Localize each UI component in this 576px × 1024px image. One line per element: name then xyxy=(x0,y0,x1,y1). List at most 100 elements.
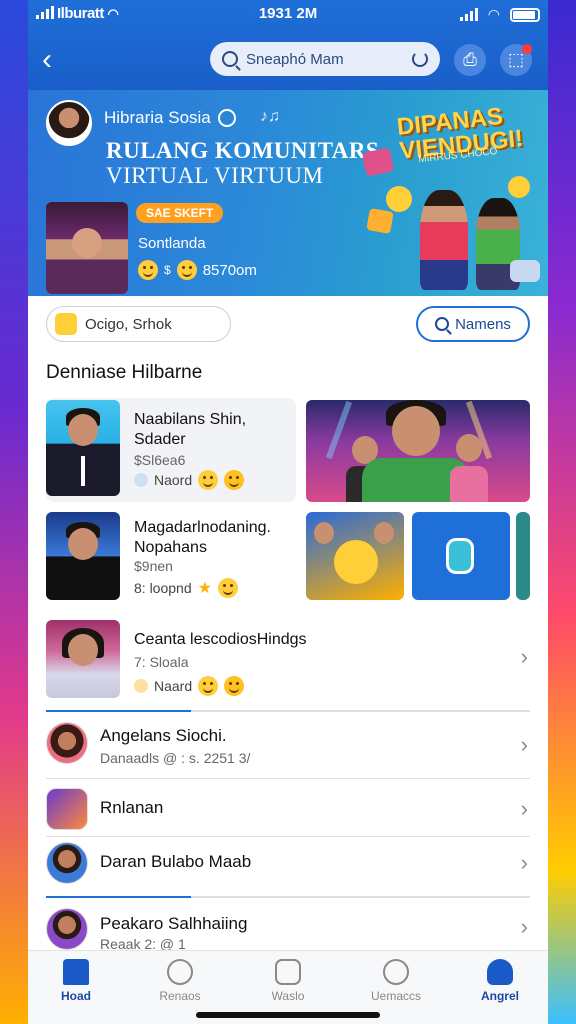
card-title: Magadarlnodaning. Nopahans xyxy=(134,519,271,556)
search-icon xyxy=(222,51,238,67)
profile-thumbnail[interactable] xyxy=(46,620,120,698)
card-price: $9nen xyxy=(134,558,173,574)
host-photo[interactable] xyxy=(46,202,128,294)
status-bar: Ilburatt ◠ 1931 2M ◠ xyxy=(28,0,548,30)
game-icon xyxy=(275,959,301,985)
card-meta: Naard xyxy=(134,676,245,696)
filter-emoji-icon xyxy=(55,313,77,335)
notifications-button[interactable]: ⬚ xyxy=(500,44,532,76)
card-meta-label: 8: loopnd xyxy=(134,580,192,596)
status-icons: ◠ xyxy=(459,6,540,23)
list-avatar[interactable] xyxy=(46,722,88,764)
tab-label: Angrel xyxy=(480,989,519,1003)
tab-home[interactable]: Hoad xyxy=(36,959,116,1003)
banner-illustration: DIPANAS VIENDUGI! MIRRUS CHOCO xyxy=(358,90,548,296)
chat-bubble-icon xyxy=(510,260,540,282)
home-indicator xyxy=(196,1012,380,1018)
card-price: $Sl6ea6 xyxy=(134,452,186,468)
host-stats-value: 8570om xyxy=(202,261,257,279)
filter-row: Ocigo, Srhok Namens xyxy=(28,296,548,352)
list-item-title: Rnlanan xyxy=(100,798,164,817)
host-tag-badge: SAE SKEFT xyxy=(136,203,224,223)
names-button-label: Namens xyxy=(455,315,511,333)
chevron-right-icon[interactable]: › xyxy=(521,732,528,758)
info-dot-icon xyxy=(134,679,148,693)
share-icon: ⎙ xyxy=(463,50,477,69)
chevron-right-icon[interactable]: › xyxy=(521,914,528,940)
card-title: Naabilans Shin, Sdader xyxy=(134,411,247,448)
messages-icon xyxy=(383,959,409,985)
card-meta-label: Naord xyxy=(154,472,193,488)
names-search-button[interactable]: Namens xyxy=(416,306,530,342)
banner-user-avatar[interactable] xyxy=(46,100,92,146)
chevron-right-icon[interactable]: › xyxy=(521,850,528,876)
chevron-right-icon[interactable]: › xyxy=(521,644,528,670)
tab-label: Hoad xyxy=(61,989,91,1003)
card-meta: Naord xyxy=(134,470,245,490)
list-avatar[interactable] xyxy=(46,908,88,950)
tab-games[interactable]: Waslo xyxy=(248,959,328,1003)
search-field[interactable]: Sneaphó Mam xyxy=(210,42,440,76)
list-avatar[interactable] xyxy=(46,842,88,884)
list-item-title: Angelans Siochi. xyxy=(100,726,227,745)
verified-badge-icon xyxy=(218,109,236,127)
profile-thumbnail[interactable] xyxy=(46,400,120,496)
share-button[interactable]: ⎙ xyxy=(454,44,486,76)
card-meta: 8: loopnd ★ xyxy=(134,578,238,598)
app-tile-partial[interactable] xyxy=(516,512,530,600)
banner-title-line2: VIRTUAL VIRTUUM xyxy=(106,163,324,188)
grin-emoji-icon xyxy=(198,470,219,490)
tab-label: Uemaccs xyxy=(370,989,421,1003)
smile-emoji-icon xyxy=(224,676,245,696)
notification-dot xyxy=(522,44,532,54)
tab-messages[interactable]: Uemaccs xyxy=(356,959,436,1003)
host-name: Sontlanda xyxy=(138,235,206,252)
gift-box-icon xyxy=(366,208,394,234)
list-avatar[interactable] xyxy=(46,788,88,830)
grin-emoji-icon xyxy=(176,260,197,280)
card-title: Ceanta lescodiosHindgs xyxy=(134,631,307,648)
app-tile[interactable] xyxy=(412,512,510,600)
grin-emoji-icon xyxy=(198,676,219,696)
navigation-row: ‹ Sneaphó Mam ⎙ ⬚ xyxy=(28,40,548,80)
list-item-title: Peakaro Salhhaiing xyxy=(100,914,248,933)
group-photo[interactable] xyxy=(306,512,404,600)
stats-separator-icon: $ xyxy=(164,263,171,277)
background-decoration-right xyxy=(548,0,576,1024)
filter-chip-label: Ocigo, Srhok xyxy=(85,315,172,333)
laughing-emoji-icon xyxy=(334,540,378,584)
divider xyxy=(46,778,530,779)
home-icon xyxy=(63,959,89,985)
emoji-sticker-icon xyxy=(386,186,412,212)
tab-label: Renaos xyxy=(159,989,201,1003)
search-placeholder: Sneaphó Mam xyxy=(246,50,344,68)
refresh-icon[interactable] xyxy=(412,51,428,67)
tab-rooms[interactable]: Renaos xyxy=(140,959,220,1003)
gift-box-icon xyxy=(361,147,395,177)
smile-emoji-icon xyxy=(224,470,245,490)
divider xyxy=(46,710,530,712)
community-banner[interactable]: Hibraria Sosia ♪♫ RULANG KOMUNITARS VIRT… xyxy=(28,90,548,296)
section-title: Denniase Hilbarne xyxy=(46,362,203,383)
dancer-figure xyxy=(420,190,468,290)
banner-user-name: Hibraria Sosia xyxy=(104,108,211,127)
top-app-bar: Ilburatt ◠ 1931 2M ◠ ‹ Sneaphó Mam ⎙ ⬚ xyxy=(28,0,548,90)
badge-icon: ⬚ xyxy=(507,50,525,69)
profile-thumbnail[interactable] xyxy=(46,512,120,600)
divider xyxy=(46,836,530,837)
wifi-status-icon: ◠ xyxy=(487,6,500,22)
search-icon xyxy=(435,317,450,331)
signal-strength-icon xyxy=(459,8,478,21)
chevron-right-icon[interactable]: › xyxy=(521,796,528,822)
background-decoration-left xyxy=(0,0,28,1024)
back-button[interactable]: ‹ xyxy=(42,42,70,78)
tab-profile[interactable]: Angrel xyxy=(460,959,540,1003)
info-dot-icon xyxy=(134,473,148,487)
card-meta-label: Naard xyxy=(154,678,193,694)
star-icon: ★ xyxy=(197,580,212,597)
filter-chip[interactable]: Ocigo, Srhok xyxy=(46,306,231,342)
music-notes-icon: ♪♫ xyxy=(260,108,280,125)
list-item-subtitle: Danaadls @ : s. 2251 3/ xyxy=(100,750,251,766)
featured-photo[interactable] xyxy=(306,400,530,502)
divider xyxy=(46,896,530,898)
